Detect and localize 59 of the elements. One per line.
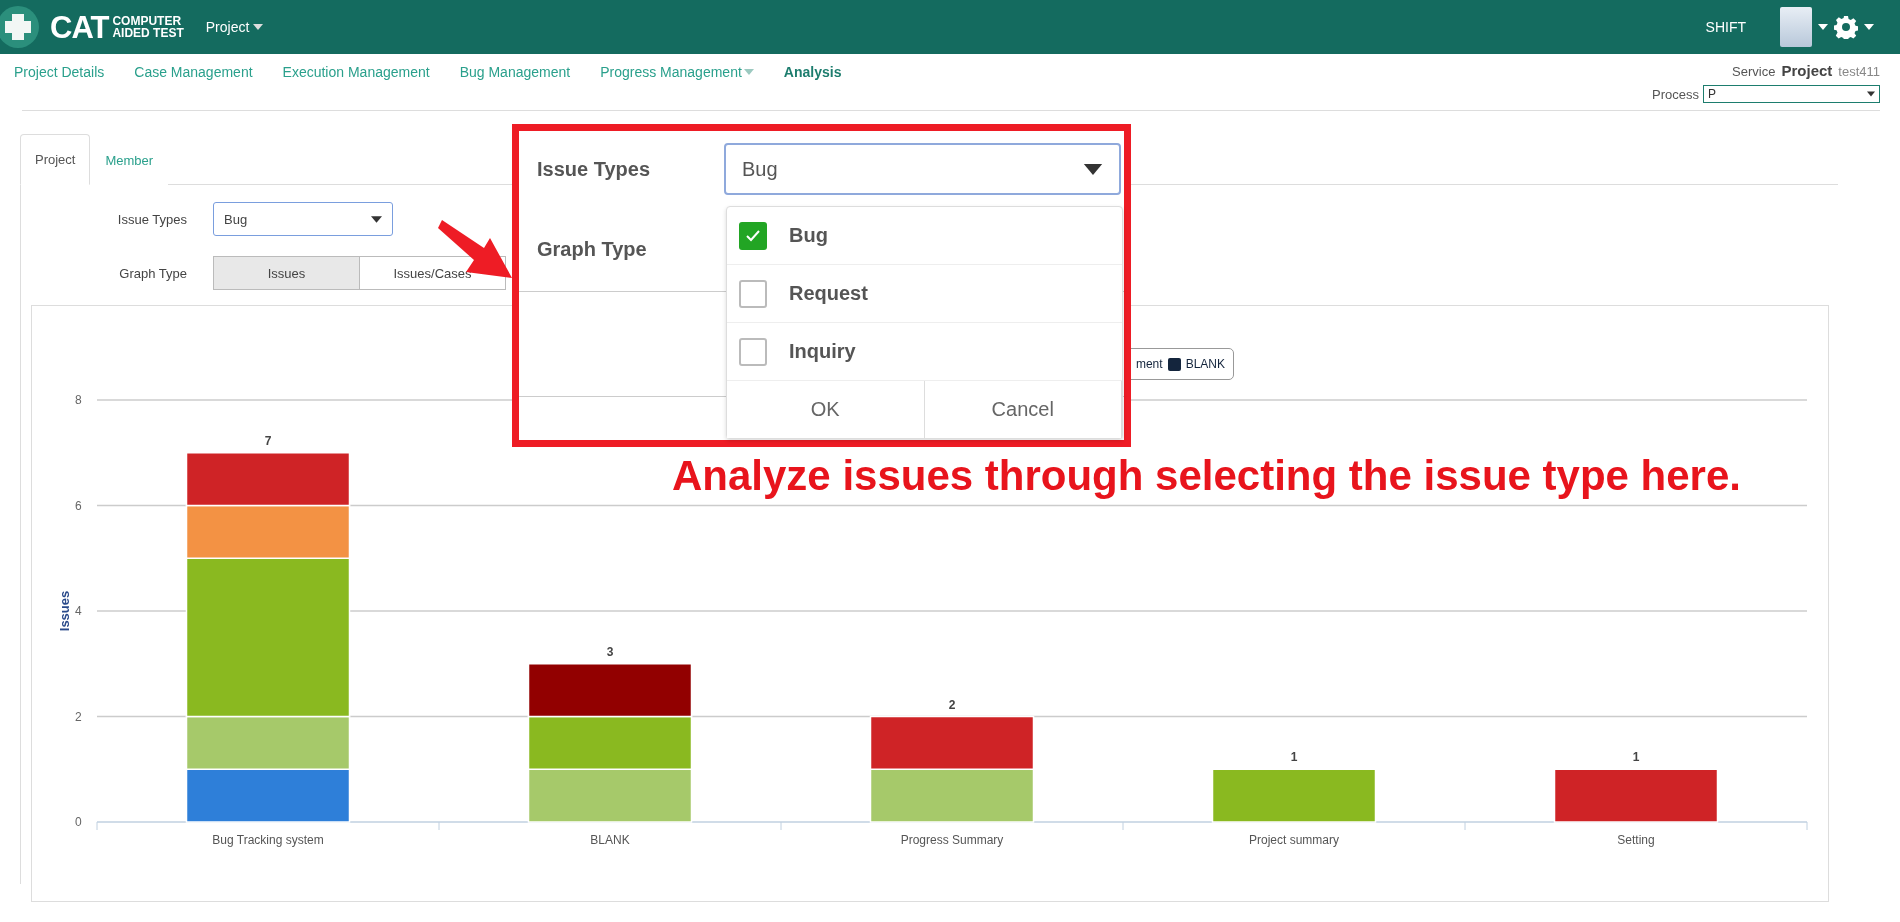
- y-tick-label: 2: [75, 709, 82, 724]
- y-tick-label: 6: [75, 498, 82, 513]
- settings-icon[interactable]: [1834, 15, 1858, 39]
- graph-type-button[interactable]: Issues: [213, 256, 360, 290]
- total-label: 1: [1290, 750, 1298, 765]
- nav-link[interactable]: Case Management: [134, 64, 253, 80]
- field-label: Graph Type: [536, 237, 648, 261]
- total-label: 3: [606, 644, 614, 659]
- option-label: Inquiry: [789, 340, 856, 363]
- cancel-button[interactable]: Cancel: [924, 381, 1122, 438]
- avatar-placeholder[interactable]: [1780, 7, 1812, 47]
- total-label: 7: [264, 433, 272, 448]
- tab[interactable]: Project: [20, 134, 91, 185]
- caret-icon: [1864, 24, 1874, 30]
- caret-icon: [371, 215, 382, 223]
- y-tick-label: 4: [75, 604, 82, 618]
- process-select[interactable]: P: [1703, 85, 1880, 103]
- ok-button[interactable]: OK: [727, 381, 925, 438]
- x-tick-label: BLANK: [590, 833, 630, 847]
- caret-icon: [1867, 91, 1875, 97]
- caret-icon: [253, 24, 264, 30]
- legend-label: ment: [1135, 357, 1163, 371]
- checkbox[interactable]: [739, 221, 767, 250]
- option-label: Request: [789, 282, 868, 305]
- issue-types-select[interactable]: Bug: [213, 202, 393, 236]
- caret-icon: [1083, 163, 1103, 175]
- field-label: Issue Types: [536, 157, 652, 181]
- x-tick-label: Setting: [1617, 833, 1655, 847]
- y-axis-title: Issues: [57, 590, 72, 632]
- nav-link[interactable]: Execution Management: [282, 64, 430, 80]
- nav-link[interactable]: Bug Management: [459, 64, 571, 80]
- user-name: SHIFT: [1705, 19, 1746, 35]
- x-tick-label: Project summary: [1249, 833, 1339, 847]
- nav-link[interactable]: Progress Management: [600, 64, 754, 80]
- nav-link[interactable]: Analysis: [783, 64, 842, 80]
- checkmark-icon: [746, 229, 760, 242]
- project-label: Project: [1781, 62, 1833, 79]
- process-label: Process: [1652, 86, 1699, 102]
- field-label: Issue Types: [116, 211, 188, 227]
- project-menu[interactable]: Project: [205, 19, 264, 35]
- x-tick-label: Bug Tracking system: [212, 833, 324, 847]
- y-tick-label: 0: [75, 815, 82, 829]
- y-tick-label: 8: [75, 393, 82, 407]
- field-label: Graph Type: [118, 265, 188, 281]
- logo-subtitle: COMPUTER AIDED TEST: [112, 15, 184, 39]
- caret-icon: [1818, 24, 1828, 30]
- project-name: test411: [1838, 64, 1880, 79]
- issue-types-select[interactable]: Bug: [724, 143, 1121, 195]
- service-label: Service: [1732, 64, 1776, 79]
- logo-text: CAT: [50, 11, 109, 43]
- legend-label: BLANK: [1185, 357, 1225, 371]
- total-label: 1: [1632, 750, 1640, 765]
- nav-link[interactable]: Project Details: [14, 64, 105, 80]
- x-tick-label: Progress Summary: [900, 833, 1004, 847]
- checkbox[interactable]: [739, 337, 767, 366]
- total-label: 2: [948, 697, 956, 712]
- annotation-text: Analyze issues through selecting the issue type here.: [672, 454, 1741, 499]
- option-label: Bug: [789, 224, 828, 247]
- checkbox[interactable]: [739, 279, 767, 308]
